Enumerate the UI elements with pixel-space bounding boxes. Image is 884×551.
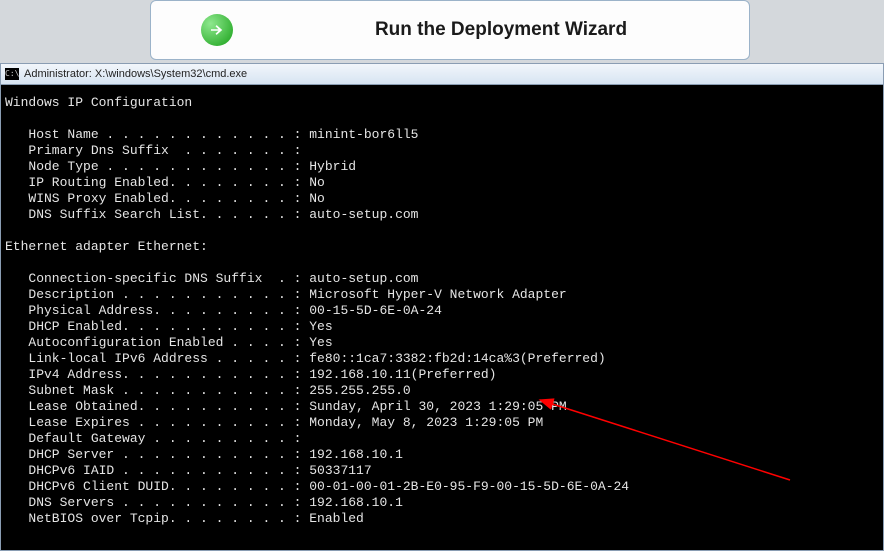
adapter-header: Ethernet adapter Ethernet: <box>5 239 208 254</box>
deployment-wizard-panel[interactable]: Run the Deployment Wizard <box>150 0 750 60</box>
conn-dns-value: auto-setup.com <box>309 271 418 286</box>
autoconfig-label: Autoconfiguration Enabled . . . . : <box>5 335 309 350</box>
subnet-label: Subnet Mask . . . . . . . . . . . : <box>5 383 309 398</box>
arrow-right-icon <box>201 14 233 46</box>
description-label: Description . . . . . . . . . . . : <box>5 287 309 302</box>
dhcpv6-duid-value: 00-01-00-01-2B-E0-95-F9-00-15-5D-6E-0A-2… <box>309 479 629 494</box>
cmd-window: C:\ Administrator: X:\windows\System32\c… <box>0 63 884 551</box>
linklocal-value: fe80::1ca7:3382:fb2d:14ca%3(Preferred) <box>309 351 605 366</box>
lease-obt-label: Lease Obtained. . . . . . . . . . : <box>5 399 309 414</box>
netbios-value: Enabled <box>309 511 364 526</box>
cmd-output: Windows IP Configuration Host Name . . .… <box>1 85 883 531</box>
dhcpv6-iaid-label: DHCPv6 IAID . . . . . . . . . . . : <box>5 463 309 478</box>
ip-routing-label: IP Routing Enabled. . . . . . . . : <box>5 175 309 190</box>
host-name-value: minint-bor6ll5 <box>309 127 418 142</box>
physical-label: Physical Address. . . . . . . . . : <box>5 303 309 318</box>
dhcpv6-duid-label: DHCPv6 Client DUID. . . . . . . . : <box>5 479 309 494</box>
dhcpv6-iaid-value: 50337117 <box>309 463 371 478</box>
dhcp-server-label: DHCP Server . . . . . . . . . . . : <box>5 447 309 462</box>
cmd-system-icon: C:\ <box>5 68 19 80</box>
default-gw-label: Default Gateway . . . . . . . . . : <box>5 431 301 446</box>
node-type-value: Hybrid <box>309 159 356 174</box>
linklocal-label: Link-local IPv6 Address . . . . . : <box>5 351 309 366</box>
ip-routing-value: No <box>309 175 325 190</box>
host-name-label: Host Name . . . . . . . . . . . . : <box>5 127 309 142</box>
dns-servers-label: DNS Servers . . . . . . . . . . . : <box>5 495 309 510</box>
dns-suffix-list-value: auto-setup.com <box>309 207 418 222</box>
lease-obt-value: Sunday, April 30, 2023 1:29:05 PM <box>309 399 566 414</box>
dhcp-enabled-label: DHCP Enabled. . . . . . . . . . . : <box>5 319 309 334</box>
dhcp-server-value: 192.168.10.1 <box>309 447 403 462</box>
wizard-title: Run the Deployment Wizard <box>273 19 729 41</box>
subnet-value: 255.255.255.0 <box>309 383 410 398</box>
description-value: Microsoft Hyper-V Network Adapter <box>309 287 566 302</box>
lease-exp-label: Lease Expires . . . . . . . . . . : <box>5 415 309 430</box>
dns-servers-value: 192.168.10.1 <box>309 495 403 510</box>
conn-dns-label: Connection-specific DNS Suffix . : <box>5 271 309 286</box>
cmd-title-text: Administrator: X:\windows\System32\cmd.e… <box>24 68 247 80</box>
dhcp-enabled-value: Yes <box>309 319 332 334</box>
lease-exp-value: Monday, May 8, 2023 1:29:05 PM <box>309 415 543 430</box>
physical-value: 00-15-5D-6E-0A-24 <box>309 303 442 318</box>
ipv4-value: 192.168.10.11(Preferred) <box>309 367 496 382</box>
dns-suffix-list-label: DNS Suffix Search List. . . . . . : <box>5 207 309 222</box>
ipconfig-header: Windows IP Configuration <box>5 95 192 110</box>
wins-proxy-label: WINS Proxy Enabled. . . . . . . . : <box>5 191 309 206</box>
ipv4-label: IPv4 Address. . . . . . . . . . . : <box>5 367 309 382</box>
netbios-label: NetBIOS over Tcpip. . . . . . . . : <box>5 511 309 526</box>
wins-proxy-value: No <box>309 191 325 206</box>
primary-dns-label: Primary Dns Suffix . . . . . . . : <box>5 143 301 158</box>
cmd-titlebar[interactable]: C:\ Administrator: X:\windows\System32\c… <box>1 64 883 85</box>
autoconfig-value: Yes <box>309 335 332 350</box>
node-type-label: Node Type . . . . . . . . . . . . : <box>5 159 309 174</box>
